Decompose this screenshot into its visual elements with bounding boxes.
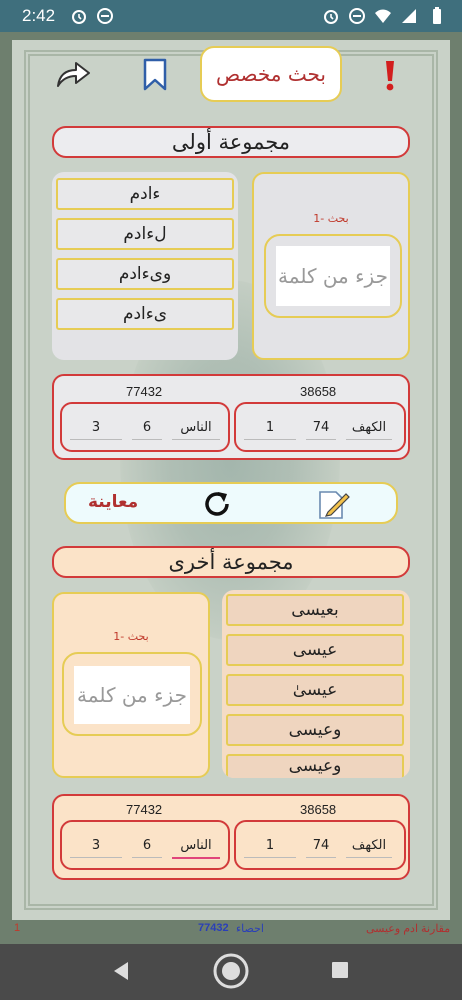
group2-word-list[interactable]: بعيسى عيسى عيسىٰ وعيسى وعيسى (222, 590, 410, 778)
group1-title: مجموعة أولى (52, 126, 410, 158)
status-time: 2:42 (22, 6, 56, 25)
group2-title: مجموعة أخرى (52, 546, 410, 578)
back-icon[interactable] (110, 960, 132, 982)
group2-count-right: 38658 (300, 802, 337, 817)
group1-search-panel: 1- بحث جزء من كلمة (252, 172, 410, 360)
word-item[interactable]: بعيسى (226, 594, 404, 626)
sura-name: الكهف (346, 420, 392, 440)
word-item[interactable]: ىءادم (56, 298, 234, 330)
result-number: 1 (244, 838, 296, 858)
stat-value: 77432 (198, 922, 229, 934)
action-bar: معاينة (64, 482, 398, 524)
data-saver-icon (97, 8, 113, 24)
home-icon[interactable] (212, 952, 250, 990)
custom-search-label: بحث مخصص (216, 62, 326, 86)
result-number: 3 (70, 838, 122, 858)
word-item[interactable]: عيسى (226, 634, 404, 666)
bookmark-icon[interactable] (142, 58, 168, 92)
group1-title-text: مجموعة أولى (171, 130, 291, 154)
group2-count-left: 77432 (126, 802, 163, 817)
comparison-label: مقارنة ادم وعيسى (366, 923, 451, 935)
custom-search-title[interactable]: بحث مخصص (200, 46, 342, 102)
group1-search-input[interactable]: جزء من كلمة (276, 246, 390, 306)
group2-search-label: 1- بحث (113, 630, 149, 643)
verse-number: 74 (306, 420, 336, 440)
group1-count-right: 38658 (300, 384, 337, 399)
result-number: 1 (244, 420, 296, 440)
share-icon[interactable] (54, 58, 92, 90)
stat-label: احصاء (236, 923, 264, 935)
sura-name: الناس (172, 838, 220, 859)
group2-search-box: جزء من كلمة (62, 652, 202, 736)
word-item[interactable]: لءادم (56, 218, 234, 250)
signal-icon (402, 9, 416, 23)
verse-number: 74 (306, 838, 336, 858)
group1-search-label: 1- بحث (313, 212, 349, 225)
group2-result-left[interactable]: الناس 6 3 (60, 820, 230, 870)
group2-title-text: مجموعة أخرى (168, 550, 294, 574)
battery-icon (433, 7, 441, 24)
result-number: 3 (70, 420, 122, 440)
word-item[interactable]: ءادم (56, 178, 234, 210)
refresh-icon[interactable] (200, 488, 234, 520)
group1-search-box: جزء من كلمة (264, 234, 402, 318)
group1-result-left[interactable]: الناس 6 3 (60, 402, 230, 452)
word-item[interactable]: وعيسى (226, 714, 404, 746)
verse-number: 6 (132, 420, 162, 440)
group1-stats: 38658 77432 الكهف 74 1 الناس 6 3 (52, 374, 410, 460)
preview-button[interactable]: معاينة (88, 492, 138, 512)
group2-result-right[interactable]: الكهف 74 1 (234, 820, 406, 870)
word-item[interactable]: عيسىٰ (226, 674, 404, 706)
verse-number: 6 (132, 838, 162, 858)
word-item[interactable]: وىءادم (56, 258, 234, 290)
group2-stats: 38658 77432 الكهف 74 1 الناس 6 3 (52, 794, 410, 880)
wifi-icon (375, 9, 391, 23)
edit-icon[interactable] (316, 488, 350, 520)
page-number: 1 (14, 922, 21, 934)
do-not-disturb-icon (349, 8, 365, 24)
alarm-icon-right (324, 10, 338, 24)
alarm-icon (72, 10, 86, 24)
status-bar: 2:42 (0, 0, 462, 32)
recents-icon[interactable] (330, 960, 350, 980)
group1-word-list[interactable]: ءادم لءادم وىءادم ىءادم (52, 172, 238, 360)
group2-search-input[interactable]: جزء من كلمة (74, 666, 190, 724)
group1-count-left: 77432 (126, 384, 163, 399)
word-item[interactable]: وعيسى (226, 754, 404, 778)
alert-icon[interactable] (376, 58, 404, 92)
group1-result-right[interactable]: الكهف 74 1 (234, 402, 406, 452)
sura-name: الكهف (346, 838, 392, 858)
system-navigation-bar (0, 944, 462, 1000)
group2-search-panel: 1- بحث جزء من كلمة (52, 592, 210, 778)
sura-name: الناس (172, 420, 220, 440)
